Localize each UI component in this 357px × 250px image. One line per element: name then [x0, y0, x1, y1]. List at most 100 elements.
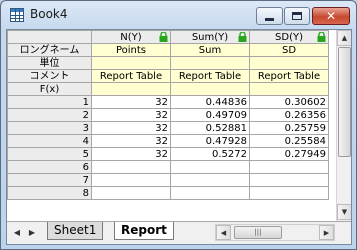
- long-name-cell[interactable]: Points: [91, 43, 171, 57]
- prev-sheet-button[interactable]: ◀: [10, 225, 24, 240]
- table-row: 4 32 0.47928 0.25584: [7, 134, 329, 148]
- row-number[interactable]: 4: [7, 134, 92, 148]
- data-cell[interactable]: [91, 186, 171, 200]
- row-number[interactable]: 8: [7, 186, 92, 200]
- minimize-button[interactable]: [256, 7, 283, 25]
- comment-row: コメント Report Table Report Table Report Ta…: [7, 69, 329, 83]
- horizontal-scrollbar[interactable]: ◀ ||| ▶: [215, 224, 335, 241]
- row-label-units[interactable]: 単位: [7, 56, 92, 70]
- table-row: 2 32 0.49709 0.26356: [7, 108, 329, 122]
- minimize-icon: [265, 18, 274, 21]
- data-cell[interactable]: 0.27949: [249, 147, 329, 161]
- data-cell[interactable]: [249, 186, 329, 200]
- workbook-icon: [10, 8, 24, 22]
- units-cell[interactable]: [91, 56, 171, 70]
- row-label-comment[interactable]: コメント: [7, 69, 92, 83]
- data-cell[interactable]: [170, 173, 250, 187]
- units-cell[interactable]: [170, 56, 250, 70]
- window-title: Book4: [30, 7, 68, 21]
- long-name-cell[interactable]: SD: [249, 43, 329, 57]
- column-header-a[interactable]: N(Y): [91, 30, 171, 44]
- table-row: 7: [7, 173, 329, 187]
- tab-report[interactable]: Report: [114, 222, 174, 240]
- row-number[interactable]: 2: [7, 108, 92, 122]
- column-header-label: N(Y): [120, 31, 142, 43]
- sheet-tab-bar: ◀ ▶ Sheet1 Report ◀ ||| ▶: [7, 221, 351, 244]
- vertical-scrollbar[interactable]: ▲ ▼: [336, 30, 351, 221]
- data-cell[interactable]: [91, 160, 171, 174]
- data-cell[interactable]: 32: [91, 95, 171, 109]
- data-cell[interactable]: [170, 160, 250, 174]
- data-table: N(Y) Sum(Y) SD(Y) ロングネーム Points Sum SD 単…: [7, 30, 329, 200]
- row-number[interactable]: 5: [7, 147, 92, 161]
- scroll-up-button[interactable]: ▲: [337, 30, 351, 46]
- data-cell[interactable]: 0.25584: [249, 134, 329, 148]
- row-number[interactable]: 7: [7, 173, 92, 187]
- maximize-icon: [292, 12, 302, 20]
- close-icon: ✕: [325, 9, 337, 23]
- arrow-right-icon: ▶: [323, 228, 330, 237]
- data-cell[interactable]: 0.44836: [170, 95, 250, 109]
- maximize-button[interactable]: [284, 7, 310, 25]
- data-cell[interactable]: 32: [91, 134, 171, 148]
- long-name-cell[interactable]: Sum: [170, 43, 250, 57]
- comment-cell[interactable]: Report Table: [91, 69, 171, 83]
- fx-cell[interactable]: [249, 82, 329, 96]
- close-button[interactable]: ✕: [312, 7, 350, 25]
- data-cell[interactable]: 32: [91, 108, 171, 122]
- column-header-c[interactable]: SD(Y): [249, 30, 329, 44]
- data-cell[interactable]: [91, 173, 171, 187]
- arrow-left-icon: ◀: [220, 228, 227, 237]
- column-header-b[interactable]: Sum(Y): [170, 30, 250, 44]
- units-cell[interactable]: [249, 56, 329, 70]
- data-cell[interactable]: 0.25759: [249, 121, 329, 135]
- fx-row: F(x): [7, 82, 329, 96]
- data-cell[interactable]: 0.47928: [170, 134, 250, 148]
- table-row: 8: [7, 186, 329, 200]
- scroll-thumb[interactable]: [338, 47, 351, 157]
- data-cell[interactable]: [249, 173, 329, 187]
- next-sheet-button[interactable]: ▶: [25, 225, 39, 240]
- worksheet-grid: N(Y) Sum(Y) SD(Y) ロングネーム Points Sum SD 単…: [7, 30, 336, 221]
- table-row: 1 32 0.44836 0.30602: [7, 95, 329, 109]
- data-cell[interactable]: 0.52881: [170, 121, 250, 135]
- row-label-long-name[interactable]: ロングネーム: [7, 43, 92, 57]
- data-cell[interactable]: 0.5272: [170, 147, 250, 161]
- long-name-row: ロングネーム Points Sum SD: [7, 43, 329, 57]
- arrow-up-icon: ▲: [341, 34, 348, 42]
- lock-icon: [238, 32, 247, 42]
- scroll-right-button[interactable]: ▶: [319, 225, 334, 240]
- arrow-left-icon: ◀: [13, 228, 21, 237]
- row-label-fx[interactable]: F(x): [7, 82, 92, 96]
- column-header-row: N(Y) Sum(Y) SD(Y): [7, 30, 329, 44]
- arrow-down-icon: ▼: [341, 208, 348, 216]
- data-cell[interactable]: 0.26356: [249, 108, 329, 122]
- units-row: 単位: [7, 56, 329, 70]
- scroll-down-button[interactable]: ▼: [337, 204, 351, 220]
- column-header-label: SD(Y): [275, 31, 303, 43]
- table-row: 6: [7, 160, 329, 174]
- data-cell[interactable]: 0.30602: [249, 95, 329, 109]
- select-all-corner[interactable]: [7, 30, 92, 44]
- data-cell[interactable]: [170, 186, 250, 200]
- data-cell[interactable]: 0.49709: [170, 108, 250, 122]
- tab-label: Sheet1: [54, 223, 97, 237]
- lock-icon: [317, 32, 326, 42]
- row-number[interactable]: 6: [7, 160, 92, 174]
- fx-cell[interactable]: [91, 82, 171, 96]
- data-cell[interactable]: [249, 160, 329, 174]
- row-number[interactable]: 1: [7, 95, 92, 109]
- data-cell[interactable]: 32: [91, 121, 171, 135]
- table-row: 3 32 0.52881 0.25759: [7, 121, 329, 135]
- horizontal-scroll-thumb[interactable]: |||: [234, 226, 282, 239]
- comment-cell[interactable]: Report Table: [170, 69, 250, 83]
- worksheet-area: N(Y) Sum(Y) SD(Y) ロングネーム Points Sum SD 単…: [6, 29, 352, 245]
- row-number[interactable]: 3: [7, 121, 92, 135]
- fx-cell[interactable]: [170, 82, 250, 96]
- comment-cell[interactable]: Report Table: [249, 69, 329, 83]
- title-bar[interactable]: Book4 ✕: [1, 1, 356, 29]
- lock-icon: [159, 32, 168, 42]
- data-cell[interactable]: 32: [91, 147, 171, 161]
- scroll-left-button[interactable]: ◀: [216, 225, 231, 240]
- tab-sheet1[interactable]: Sheet1: [47, 222, 104, 240]
